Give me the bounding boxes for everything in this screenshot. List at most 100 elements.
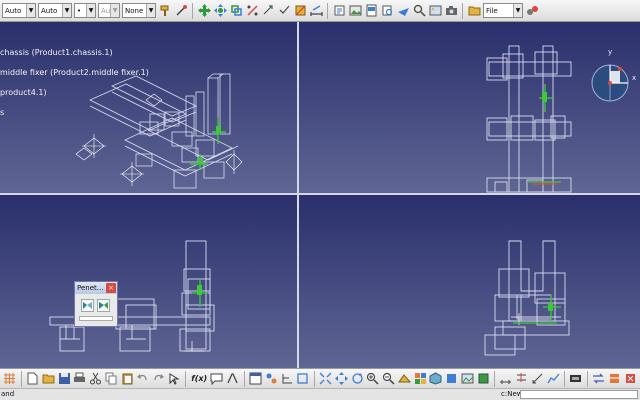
command-input[interactable] — [520, 390, 638, 399]
vertical-splitter[interactable] — [297, 22, 299, 368]
zoom-area-icon[interactable] — [412, 4, 426, 18]
compass-icon[interactable] — [588, 59, 632, 103]
formula-button[interactable]: f(x) — [190, 374, 208, 383]
tree-expand-icon[interactable] — [280, 372, 294, 386]
cut-icon[interactable] — [89, 372, 103, 386]
measure-icon[interactable] — [499, 372, 513, 386]
multi-view-icon[interactable] — [413, 372, 427, 386]
file-combo[interactable]: File ▼ — [483, 3, 523, 18]
viewport[interactable]: chassis (Product1.chassis.1) middle fixe… — [0, 22, 640, 368]
chevron-down-icon: ▼ — [26, 4, 35, 17]
album-icon[interactable] — [364, 4, 378, 18]
image-capture-icon[interactable] — [348, 4, 362, 18]
lineweight-combo[interactable]: Aut ▼ — [98, 3, 120, 18]
grid-icon[interactable] — [3, 372, 17, 386]
close-window-icon[interactable] — [623, 372, 637, 386]
side-view-pane[interactable] — [299, 195, 640, 368]
assembly-icon[interactable] — [264, 372, 278, 386]
whats-this-icon[interactable] — [168, 372, 182, 386]
zoom-out-icon[interactable] — [382, 372, 396, 386]
color-combo[interactable]: Auto ▼ — [2, 3, 36, 18]
snap-icon[interactable] — [229, 4, 243, 18]
undo-icon[interactable] — [136, 372, 150, 386]
redo-icon[interactable] — [152, 372, 166, 386]
measure-item-icon[interactable] — [531, 372, 545, 386]
image-view-icon[interactable] — [461, 372, 475, 386]
tree-item-product4[interactable]: product4.1) — [0, 88, 47, 97]
chevron-down-icon: ▼ — [110, 4, 119, 17]
top-toolbar: Auto ▼ Auto ▼ • ▼ Aut ▼ None ▼ File ▼ — [0, 0, 640, 22]
front-view-pane[interactable]: Penet... × — [0, 195, 297, 368]
comment-icon[interactable] — [210, 372, 224, 386]
front-view-geometry — [49, 240, 215, 352]
knowledge-icon[interactable] — [525, 4, 539, 18]
save-icon[interactable] — [57, 372, 71, 386]
penetration-panel[interactable]: Penet... × — [74, 281, 118, 327]
tree-item-middle-fixer[interactable]: middle fixer (Product2.middle fixer.1) — [0, 68, 149, 77]
fly-mode-icon[interactable] — [396, 4, 410, 18]
apply-material-icon[interactable] — [608, 372, 622, 386]
chevron-down-icon: ▼ — [62, 4, 71, 17]
penetration-tool-button-2[interactable] — [97, 299, 110, 312]
normal-view-icon[interactable] — [397, 372, 411, 386]
layer-combo-value: None — [125, 6, 144, 15]
copy-icon[interactable] — [105, 372, 119, 386]
render-style-icon[interactable] — [445, 372, 459, 386]
folder-icon[interactable] — [467, 4, 481, 18]
sectioning-icon[interactable] — [293, 4, 307, 18]
bottom-toolbar: f(x) — [0, 368, 640, 388]
linetype-combo[interactable]: • ▼ — [74, 3, 96, 18]
tree-item-chassis[interactable]: chassis (Product1.chassis.1) — [0, 48, 113, 57]
distance-icon[interactable] — [309, 4, 323, 18]
penetration-panel-titlebar[interactable]: Penet... × — [75, 282, 117, 294]
cutout-icon — [99, 302, 108, 309]
parameters-icon[interactable] — [226, 372, 240, 386]
side-view-geometry — [484, 240, 570, 356]
paste-icon[interactable] — [120, 372, 134, 386]
manipulate-icon[interactable] — [213, 4, 227, 18]
open-icon[interactable] — [42, 372, 56, 386]
tree-item-partial[interactable]: s — [0, 108, 4, 117]
rotate-icon[interactable] — [350, 372, 364, 386]
fit-all-icon[interactable] — [319, 372, 333, 386]
penetration-tool-button-1[interactable] — [81, 299, 94, 312]
table-icon[interactable] — [249, 372, 263, 386]
close-icon[interactable]: × — [106, 283, 116, 293]
color-combo-value: Auto — [5, 6, 22, 15]
file-combo-value: File — [486, 6, 498, 15]
image-icon[interactable] — [428, 4, 442, 18]
measure-between-icon[interactable] — [515, 372, 529, 386]
penetration-panel-title: Penet... — [77, 284, 104, 292]
pan-icon[interactable] — [334, 372, 348, 386]
analysis-icon[interactable] — [546, 372, 560, 386]
stop-manipulate-icon[interactable] — [261, 4, 275, 18]
print-icon[interactable] — [73, 372, 87, 386]
transparency-combo-value: Auto — [41, 6, 58, 15]
swap-view-icon[interactable] — [592, 372, 606, 386]
compass-x-label: x — [632, 74, 637, 82]
clash-icon[interactable] — [277, 4, 291, 18]
linetype-combo-value: • — [77, 6, 82, 15]
video-icon[interactable] — [569, 372, 583, 386]
layer-combo[interactable]: None ▼ — [122, 3, 156, 18]
zoom-in-icon[interactable] — [366, 372, 380, 386]
format-painter-icon[interactable] — [158, 4, 172, 18]
constraints-icon[interactable] — [296, 372, 310, 386]
status-bar: and c:New — [0, 388, 640, 400]
new-icon[interactable] — [26, 372, 40, 386]
top-view-pane[interactable]: y x — [299, 22, 640, 193]
iso-view-icon[interactable] — [429, 372, 443, 386]
hide-show-icon[interactable] — [476, 372, 490, 386]
horizontal-splitter[interactable] — [0, 193, 640, 195]
chevron-down-icon: ▼ — [513, 4, 522, 17]
flange-icon — [83, 302, 92, 309]
graphic-properties-icon[interactable] — [174, 4, 188, 18]
transparency-combo[interactable]: Auto ▼ — [38, 3, 72, 18]
camera-icon[interactable] — [444, 4, 458, 18]
explode-icon[interactable] — [245, 4, 259, 18]
isometric-view-pane[interactable]: chassis (Product1.chassis.1) middle fixe… — [0, 22, 297, 193]
print-preview-icon[interactable] — [380, 4, 394, 18]
catalog-icon[interactable] — [332, 4, 346, 18]
chevron-down-icon: ▼ — [86, 4, 95, 17]
compass-move-icon[interactable] — [197, 4, 211, 18]
